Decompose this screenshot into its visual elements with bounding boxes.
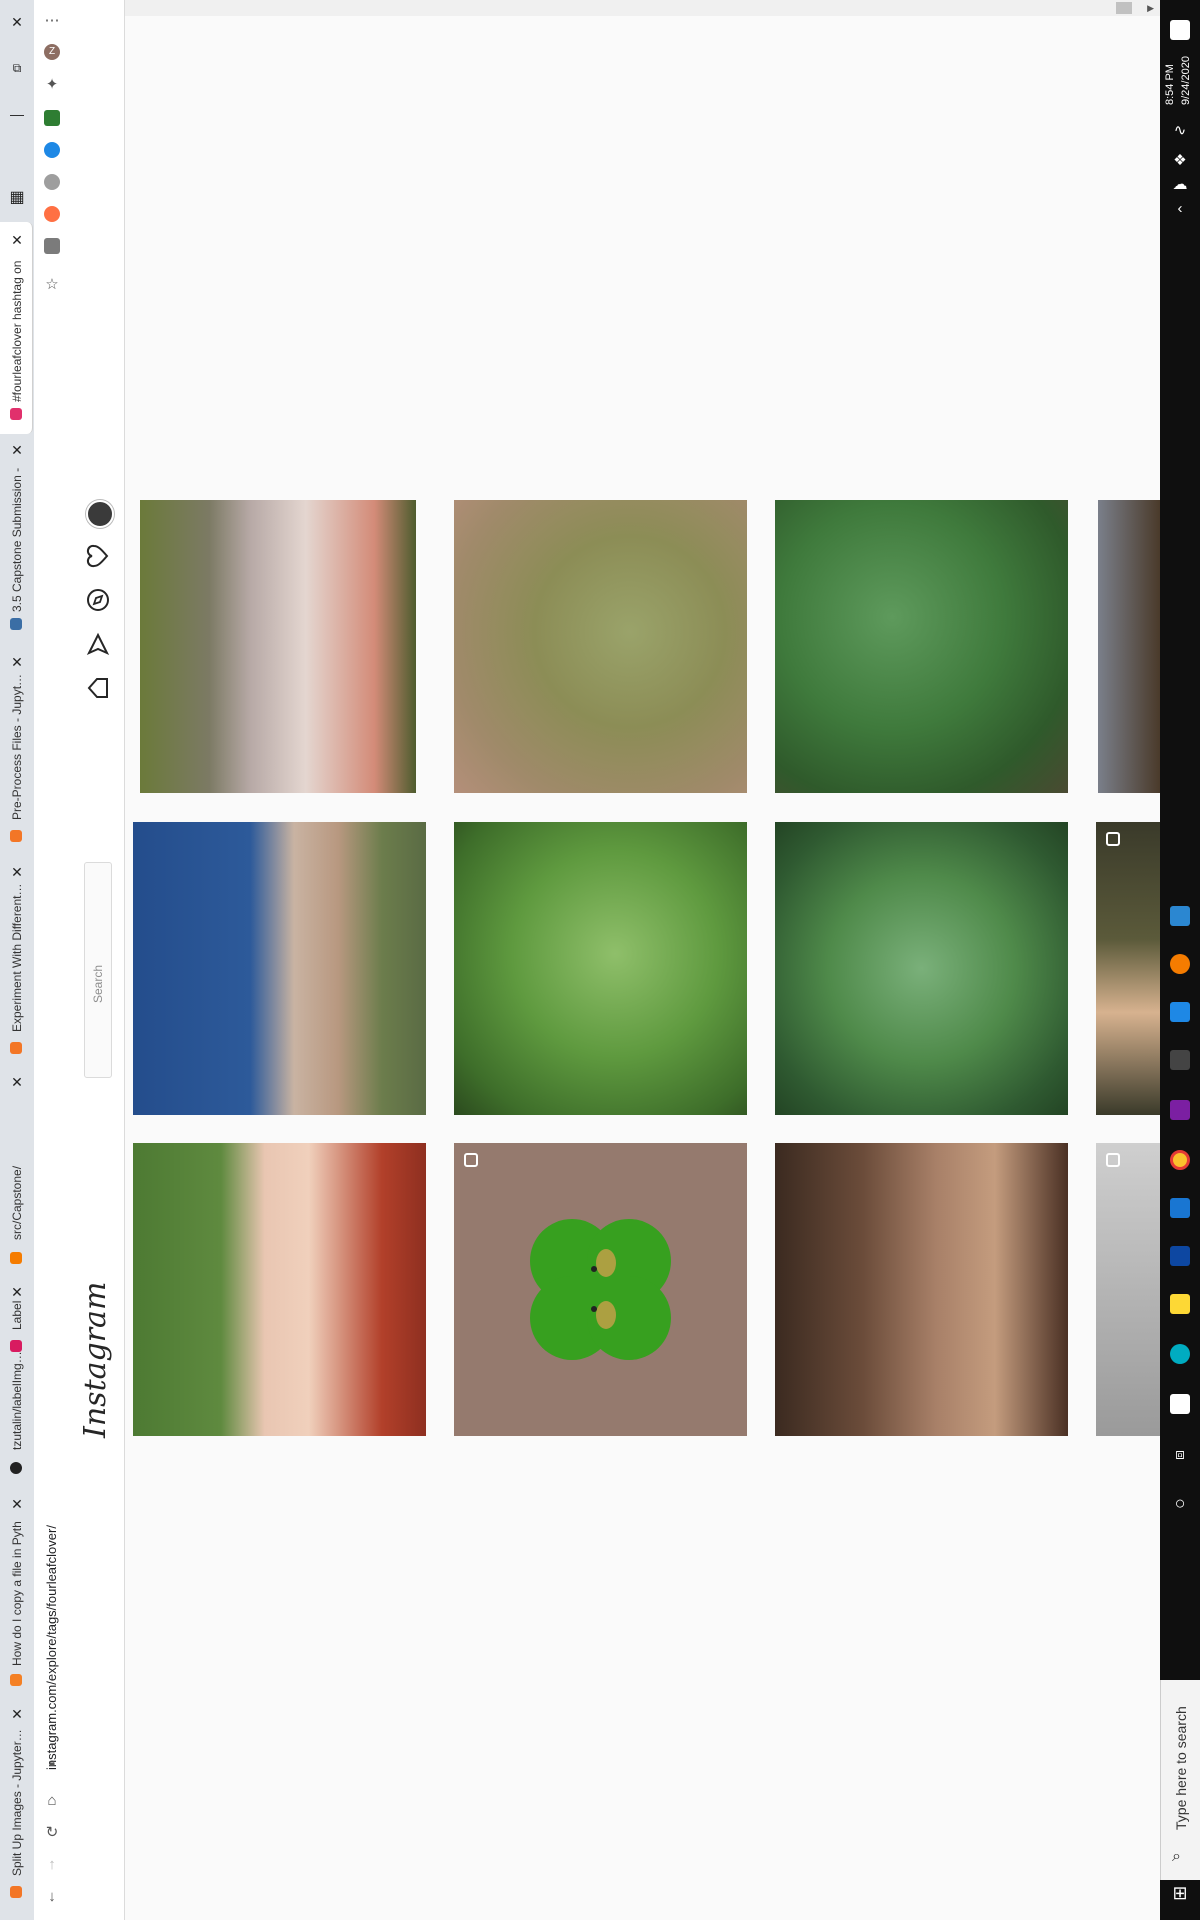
post-thumbnail[interactable] — [1096, 822, 1160, 1115]
tab-label[interactable]: Experiment With Different Pr — [10, 882, 24, 1032]
stackoverflow-favicon-icon — [10, 1674, 22, 1686]
back-icon[interactable]: ↓ — [43, 1888, 61, 1906]
jupyter-favicon-icon — [10, 1042, 22, 1054]
window-minimize-button[interactable]: — — [9, 106, 25, 122]
chrome-app-icon[interactable] — [1170, 1150, 1190, 1170]
post-thumbnail[interactable] — [775, 500, 1068, 793]
tab-close-icon[interactable]: ✕ — [9, 654, 25, 670]
tab-close-icon[interactable]: ✕ — [9, 232, 25, 248]
cartoon-clover-illustration — [530, 1219, 671, 1360]
profile-avatar[interactable]: Z — [44, 44, 60, 60]
window-close-button[interactable]: ✕ — [9, 14, 25, 30]
tab-label[interactable]: tzutalin/labelImg: LabelI — [10, 1350, 24, 1450]
post-thumbnail[interactable] — [454, 822, 747, 1115]
brackets-app-icon[interactable] — [1170, 954, 1190, 974]
extension-icon[interactable] — [44, 110, 60, 126]
browser-toolbar: ⋯ Z ✦ ☆ instagram.com/explore/tags/fourl… — [34, 0, 71, 1920]
scroll-right-icon[interactable]: ▶ — [1147, 3, 1154, 14]
wifi-icon[interactable]: ∿ — [1171, 122, 1189, 140]
tab-close-icon[interactable]: ✕ — [9, 864, 25, 880]
post-thumbnail[interactable] — [133, 822, 426, 1115]
windows-start-icon[interactable]: ⊞ — [1171, 1884, 1189, 1902]
tab-close-icon[interactable]: ✕ — [9, 1074, 25, 1090]
tab-label[interactable]: 3.5 Capstone Submission - — [10, 462, 24, 612]
tab-strip: ✕ ⧉ — ▦ ✕ #fourleafclover hashtag on ✕ 3… — [0, 0, 34, 1920]
cloud-icon[interactable]: ☁ — [1171, 176, 1189, 194]
post-thumbnail[interactable] — [775, 822, 1068, 1115]
extension-icon[interactable] — [44, 142, 60, 158]
taskbar-search-placeholder: Type here to search — [1173, 1706, 1189, 1830]
post-thumbnail[interactable] — [1096, 1143, 1160, 1436]
search-icon: ⌕ — [1172, 1848, 1181, 1865]
photoshop-app-icon[interactable] — [1170, 1246, 1190, 1266]
multiple-photos-icon — [464, 1153, 478, 1167]
heart-icon[interactable] — [86, 544, 110, 568]
cortana-icon[interactable]: ○ — [1171, 1494, 1189, 1512]
tab-close-icon[interactable]: ✕ — [9, 1496, 25, 1512]
page-scrollbar[interactable]: ◀ ▶ — [70, 0, 1160, 16]
clock-date[interactable]: 9/24/2020 — [1180, 45, 1192, 105]
home-icon[interactable] — [86, 676, 110, 700]
tab-close-icon[interactable]: ✕ — [9, 1706, 25, 1722]
tab-layout-icon[interactable]: ▦ — [9, 190, 25, 206]
extensions-icon[interactable]: ✦ — [43, 76, 61, 94]
tab-label[interactable]: Label — [10, 1290, 24, 1330]
show-hidden-icons-icon[interactable]: ‹ — [1171, 200, 1189, 218]
instagram-logo[interactable]: Instagram — [78, 1282, 113, 1438]
github-favicon-icon — [10, 1462, 22, 1474]
post-thumbnail[interactable] — [454, 1143, 747, 1436]
search-input[interactable]: Search — [84, 862, 112, 1078]
instagram-favicon-icon — [10, 408, 22, 420]
window-restore-button[interactable]: ⧉ — [9, 60, 25, 76]
lock-icon: 🔒︎ — [49, 1757, 55, 1769]
tab-label[interactable]: #fourleafclover hashtag on — [10, 252, 24, 402]
dropbox-icon[interactable]: ❖ — [1171, 152, 1189, 170]
taskbar-search-box[interactable]: Type here to search ⌕ — [1160, 1680, 1200, 1880]
clock-time[interactable]: 8:54 PM — [1164, 45, 1176, 105]
vscode-app-icon[interactable] — [1170, 1198, 1190, 1218]
jupyter-favicon-icon — [10, 830, 22, 842]
edge-app-icon[interactable] — [1170, 1344, 1190, 1364]
file-explorer-app-icon[interactable] — [1170, 1294, 1190, 1314]
profile-avatar-icon[interactable] — [86, 500, 114, 528]
post-thumbnail[interactable] — [140, 500, 416, 793]
extension-icon[interactable] — [44, 206, 60, 222]
taskbar: 8:54 PM 9/24/2020 ∿ ❖ ☁ ‹ ⧈ ○ ⊞ — [1160, 0, 1200, 1920]
reload-icon[interactable]: ↻ — [43, 1824, 61, 1842]
tab-close-icon[interactable]: ✕ — [9, 442, 25, 458]
post-thumbnail[interactable] — [454, 500, 747, 793]
forward-icon[interactable]: ↑ — [43, 1856, 61, 1874]
home-button-icon[interactable]: ⌂ — [43, 1792, 61, 1810]
tab-label[interactable]: How do I copy a file in Pyth — [10, 1516, 24, 1666]
multiple-photos-icon — [1106, 832, 1120, 846]
address-bar[interactable]: instagram.com/explore/tags/fourleafclove… — [44, 1470, 59, 1770]
terminal-app-icon[interactable] — [1170, 1050, 1190, 1070]
post-thumbnail[interactable] — [133, 1143, 426, 1436]
store-app-icon[interactable] — [1170, 1394, 1190, 1414]
menu-icon[interactable]: ⋯ — [43, 12, 61, 30]
explore-compass-icon[interactable] — [86, 588, 110, 612]
anaconda-app-icon[interactable] — [1170, 1002, 1190, 1022]
onenote-app-icon[interactable] — [1170, 1100, 1190, 1120]
extension-icon[interactable] — [44, 174, 60, 190]
task-view-icon[interactable]: ⧈ — [1171, 1446, 1189, 1464]
brackets-favicon-icon — [10, 1252, 22, 1264]
tab-label[interactable]: src/Capstone/ — [10, 1090, 24, 1240]
search-placeholder: Search — [91, 964, 105, 1003]
post-thumbnail[interactable] — [775, 1143, 1068, 1436]
scrollbar-thumb[interactable] — [1116, 2, 1132, 14]
tab-label[interactable]: Pre-Process Files - Jupyter N — [10, 670, 24, 820]
canvas-favicon-icon — [10, 618, 22, 630]
extension-icon[interactable] — [44, 238, 60, 254]
notification-icon[interactable] — [1170, 20, 1190, 40]
bookmark-star-icon[interactable]: ☆ — [43, 276, 61, 294]
calendar-app-icon[interactable] — [1170, 906, 1190, 926]
multiple-photos-icon — [1106, 1153, 1120, 1167]
instagram-sidebar: Search Instagram — [70, 0, 125, 1920]
tab-label[interactable]: Split Up Images - Jupyter No — [10, 1726, 24, 1876]
post-thumbnail[interactable] — [1098, 500, 1160, 793]
direct-send-icon[interactable] — [86, 632, 110, 656]
jupyter-favicon-icon — [10, 1886, 22, 1898]
